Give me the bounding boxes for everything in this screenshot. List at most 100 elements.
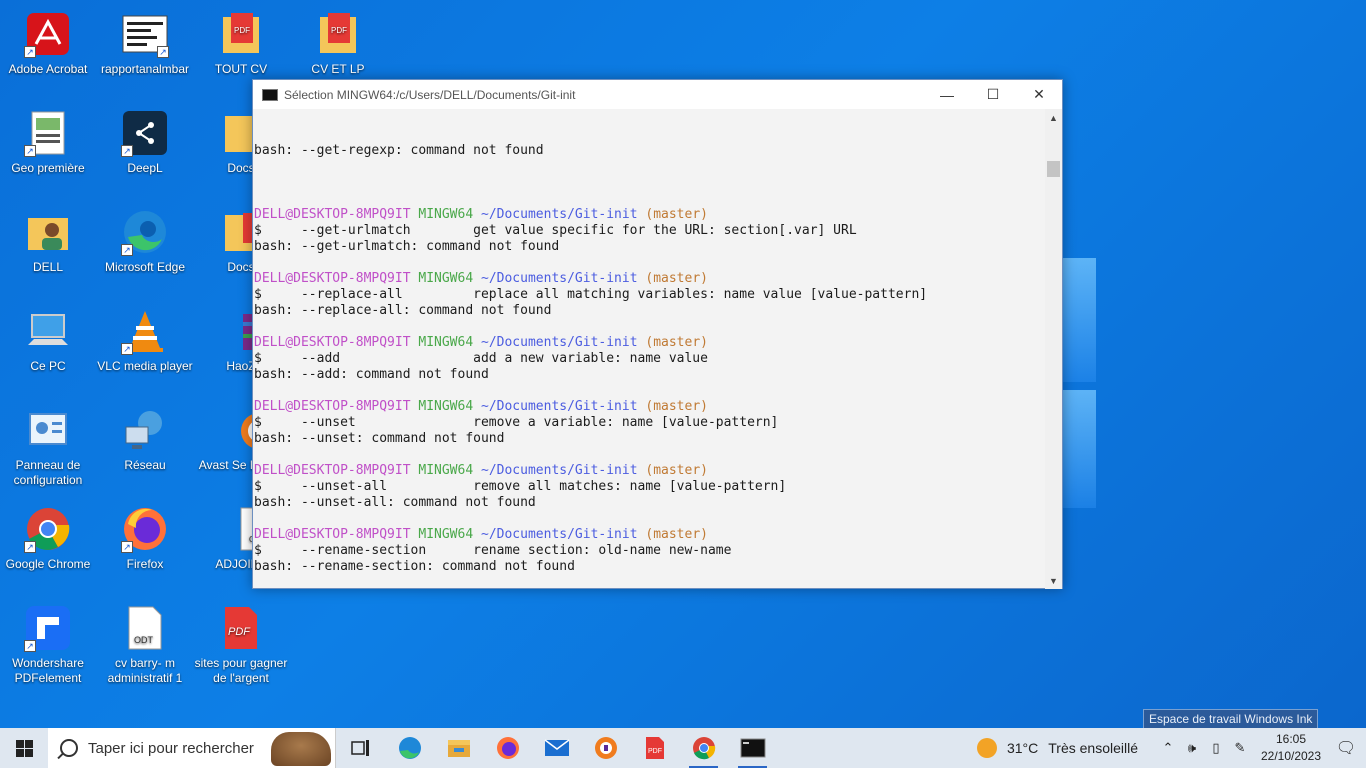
document-icon: ↗ [24, 109, 72, 157]
desktop-icon-geo-premiere[interactable]: ↗ Geo première [0, 103, 96, 193]
terminal-titlebar[interactable]: Sélection MINGW64:/c/Users/DELL/Document… [253, 80, 1062, 109]
terminal-prompt-line: DELL@DESKTOP-8MPQ9IT MINGW64 ~/Documents… [254, 335, 1046, 351]
pdf-icon: PDF [217, 604, 265, 652]
pdf-folder-icon: PDF [314, 10, 362, 58]
pen-ink-icon[interactable]: ✎ [1228, 728, 1252, 768]
prompt-segment: (master) [645, 463, 708, 478]
scroll-down-arrow-icon[interactable]: ▼ [1045, 572, 1062, 589]
desktop-icon-label: DeepL [127, 161, 163, 175]
prompt-segment: ~/Documents/Git-init [481, 399, 638, 414]
battery-icon[interactable]: ▯ [1204, 728, 1228, 768]
terminal-error-line: bash: --add: command not found [254, 367, 489, 382]
volume-icon[interactable]: 🕪 [1180, 728, 1204, 768]
terminal-command-line: $ --add add a new variable: name value [254, 351, 708, 366]
desktop-icon-deepl[interactable]: ↗ DeepL [97, 103, 193, 193]
search-highlight-image [271, 732, 331, 766]
terminal-prompt-line: DELL@DESKTOP-8MPQ9IT MINGW64 ~/Documents… [254, 463, 1046, 479]
terminal-window[interactable]: Sélection MINGW64:/c/Users/DELL/Document… [252, 79, 1063, 589]
desktop-icon-rapportanalmbar[interactable]: ↗ rapportanalmbar [97, 4, 193, 94]
desktop-icon-cv-barry[interactable]: ODT cv barry- m administratif 1 [97, 598, 193, 688]
terminal-command-line: $ --replace-all replace all matching var… [254, 287, 928, 302]
desktop-icon-sites-pour-gagner[interactable]: PDF sites pour gagner de l'argent [193, 598, 289, 688]
window-title: Sélection MINGW64:/c/Users/DELL/Document… [284, 87, 576, 102]
terminal-command-line: $ --rename-section rename section: old-n… [254, 543, 732, 558]
pdf-folder-icon: PDF [217, 10, 265, 58]
document-icon: ↗ [121, 10, 169, 58]
desktop-icon-microsoft-edge[interactable]: ↗ Microsoft Edge [97, 202, 193, 292]
adobe-acrobat-icon: ↗ [24, 10, 72, 58]
minimize-button[interactable]: — [924, 80, 970, 109]
taskbar-edge[interactable] [385, 728, 434, 768]
pdfelement-icon: ↗ [24, 604, 72, 652]
terminal-output[interactable]: bash: --get-regexp: command not found DE… [253, 109, 1046, 589]
search-icon [60, 739, 78, 757]
terminal-prompt-line: DELL@DESKTOP-8MPQ9IT MINGW64 ~/Documents… [254, 271, 1046, 287]
prompt-segment: ~/Documents/Git-init [481, 271, 638, 286]
start-button[interactable] [0, 728, 48, 768]
prompt-segment: DELL@DESKTOP-8MPQ9IT [254, 335, 411, 350]
chevron-up-icon[interactable]: ⌃ [1156, 728, 1180, 768]
prompt-segment: MINGW64 [418, 335, 474, 350]
chrome-icon [692, 737, 715, 760]
clock[interactable]: 16:05 22/10/2023 [1256, 731, 1326, 765]
desktop-icon-vlc-media-player[interactable]: ↗ VLC media player [97, 301, 193, 391]
desktop-icon-adobe-acrobat[interactable]: ↗ Adobe Acrobat [0, 4, 96, 94]
svg-text:PDF: PDF [331, 26, 347, 35]
search-placeholder: Taper ici pour rechercher [88, 739, 254, 757]
desktop-icon-label: Google Chrome [5, 557, 91, 571]
clock-date: 22/10/2023 [1260, 749, 1322, 763]
prompt-segment: MINGW64 [418, 399, 474, 414]
close-button[interactable]: ✕ [1016, 80, 1062, 109]
desktop-icon-label: Ce PC [30, 359, 66, 373]
desktop-icon-firefox[interactable]: ↗ Firefox [97, 499, 193, 589]
odt-icon: ODT [121, 604, 169, 652]
desktop-icon-dell[interactable]: DELL [0, 202, 96, 292]
prompt-segment: DELL@DESKTOP-8MPQ9IT [254, 399, 411, 414]
taskbar-avast[interactable] [581, 728, 630, 768]
desktop-icon-label: Geo première [11, 161, 85, 175]
control-panel-icon [24, 406, 72, 454]
taskbar-task-view[interactable] [336, 728, 385, 768]
desktop-icon-label: Panneau de configuration [13, 458, 83, 487]
desktop-icon-wondershare-pdfelement[interactable]: ↗ Wondershare PDFelement [0, 598, 96, 688]
desktop-icon-label: TOUT CV [214, 62, 268, 76]
scroll-thumb[interactable] [1047, 161, 1060, 177]
taskbar-terminal[interactable] [728, 728, 777, 768]
desktop-icon-panneau-de-configuration[interactable]: Panneau de configuration [0, 400, 96, 490]
terminal-icon [262, 88, 278, 101]
clock-time: 16:05 [1275, 732, 1307, 746]
scroll-up-arrow-icon[interactable]: ▲ [1045, 109, 1062, 126]
user-folder-icon [24, 208, 72, 256]
prompt-segment: DELL@DESKTOP-8MPQ9IT [254, 527, 411, 542]
taskbar-pdf[interactable]: PDF [630, 728, 679, 768]
terminal-error-line: bash: --get-urlmatch: command not found [254, 239, 560, 254]
desktop-icon-label: Réseau [124, 458, 166, 472]
edge-icon [398, 737, 421, 759]
taskbar-firefox[interactable] [483, 728, 532, 768]
tooltip: Espace de travail Windows Ink [1143, 709, 1319, 729]
prompt-segment: ~/Documents/Git-init [481, 527, 638, 542]
taskbar-search[interactable]: Taper ici pour rechercher [48, 728, 336, 768]
network-icon [121, 406, 169, 454]
desktop-icon-google-chrome[interactable]: ↗ Google Chrome [0, 499, 96, 589]
weather-widget[interactable]: 31°C Très ensoleillé [976, 738, 1138, 758]
windows-logo-icon [15, 739, 33, 757]
task-view-icon [350, 740, 369, 756]
deepl-icon: ↗ [121, 109, 169, 157]
weather-description: Très ensoleillé [1048, 740, 1138, 756]
notification-icon[interactable]: 🗨 [1326, 728, 1366, 768]
maximize-button[interactable]: ☐ [970, 80, 1016, 109]
vlc-icon: ↗ [121, 307, 169, 355]
pdf-icon: PDF [645, 737, 664, 759]
taskbar-file-explorer[interactable] [434, 728, 483, 768]
firefox-icon: ↗ [121, 505, 169, 553]
desktop-icon-ce-pc[interactable]: Ce PC [0, 301, 96, 391]
desktop-icon-reseau[interactable]: Réseau [97, 400, 193, 490]
prompt-segment: ~/Documents/Git-init [481, 463, 638, 478]
taskbar-mail[interactable] [532, 728, 581, 768]
vertical-scrollbar[interactable]: ▲ ▼ [1045, 109, 1062, 589]
taskbar-chrome[interactable] [679, 728, 728, 768]
